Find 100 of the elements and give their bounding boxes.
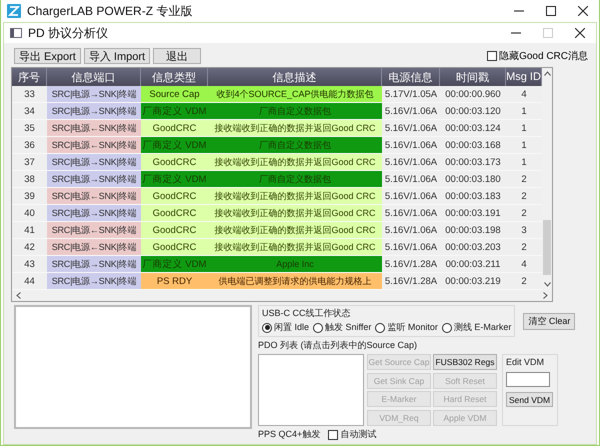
timestamp-cell: 00:00:03.219 — [440, 273, 506, 290]
power-cell: 5.16V/1.06A — [382, 188, 440, 205]
row-number: 40 — [12, 205, 47, 222]
scrollbar-thumb[interactable] — [543, 220, 551, 275]
checkbox[interactable] — [487, 51, 498, 61]
column-header[interactable]: 信息类型 — [141, 68, 208, 86]
command-button[interactable]: FUSB302 Regs — [433, 354, 497, 370]
send-vdm-button[interactable]: Send VDM — [506, 392, 554, 407]
row-number: 37 — [12, 154, 47, 171]
row-number: 35 — [12, 120, 47, 137]
description-cell: 厂商自定义数据包 — [208, 137, 382, 154]
description-cell: 接收端收到正确的数据并返回Good CRC — [208, 154, 382, 171]
close-icon[interactable] — [575, 28, 585, 38]
msg-id-cell: 1 — [506, 154, 542, 171]
type-cell: PS RDY — [141, 273, 208, 290]
row-number: 44 — [12, 273, 47, 290]
column-header[interactable]: 电源信息 — [382, 68, 440, 86]
power-cell: 5.17V/1.05A — [382, 86, 440, 103]
description-cell: 厂商自定义数据包 — [208, 103, 382, 120]
timestamp-cell: 00:00:00.960 — [440, 86, 506, 103]
msg-id-cell: 3 — [506, 222, 542, 239]
port-cell: SRC|电源←SNK|终端 — [47, 188, 141, 205]
clear-button[interactable]: 清空 Clear — [523, 312, 576, 330]
group-title: USB-C CC线工作状态 — [262, 307, 352, 320]
pps-label: PPS QC4+触发 — [258, 428, 320, 441]
timestamp-cell: 00:00:03.173 — [440, 154, 506, 171]
horizontal-scrollbar[interactable] — [12, 290, 552, 301]
msg-id-cell: 4 — [506, 256, 542, 273]
port-cell: SRC|电源←SNK|终端 — [47, 222, 141, 239]
description-cell: 接收端收到正确的数据并返回Good CRC — [208, 188, 382, 205]
row-number: 34 — [12, 103, 47, 120]
column-header[interactable]: Msg ID — [506, 68, 542, 86]
radio-button[interactable] — [375, 322, 386, 332]
description-cell: 接收端收到正确的数据并返回Good CRC — [208, 205, 382, 222]
pdo-list-title: PDO 列表 (请点击列表中的Source Cap) — [258, 339, 418, 352]
checkbox-label: 自动测试 — [340, 428, 376, 441]
type-cell: 厂商定义 VDM — [141, 256, 208, 273]
description-cell: 接收端收到正确的数据并返回Good CRC — [208, 120, 382, 137]
port-cell: SRC|电源←SNK|终端 — [47, 120, 141, 137]
scroll-down-icon[interactable] — [544, 282, 550, 287]
power-cell: 5.16V/1.06A — [382, 154, 440, 171]
vdm-input-field[interactable] — [506, 372, 550, 387]
description-cell: 收到4个SOURCE_CAP供电能力数据包 — [208, 86, 382, 103]
msg-id-cell: 1 — [506, 103, 542, 120]
maximize-icon[interactable] — [546, 6, 556, 16]
msg-id-cell: 2 — [506, 273, 542, 290]
scroll-left-icon[interactable] — [16, 292, 21, 299]
app-logo-icon — [7, 4, 21, 18]
scroll-up-icon[interactable] — [544, 71, 550, 76]
port-cell: SRC|电源→SNK|终端 — [47, 154, 141, 171]
description-cell: 接收端收到正确的数据并返回Good CRC — [208, 222, 382, 239]
column-header[interactable]: 信息端口 — [47, 68, 141, 86]
power-cell: 5.16V/1.06A — [382, 239, 440, 256]
radio-button[interactable] — [313, 322, 324, 332]
type-cell: GoodCRC — [141, 205, 208, 222]
type-cell: GoodCRC — [141, 239, 208, 256]
msg-id-cell: 2 — [506, 188, 542, 205]
radio-button[interactable] — [442, 322, 452, 332]
type-cell: GoodCRC — [141, 188, 208, 205]
type-cell: Source Cap — [141, 86, 208, 103]
msg-id-cell: 2 — [506, 205, 542, 222]
radio-label: 测线 E-Marker — [454, 321, 512, 334]
toolbar-button[interactable]: 导出 Export — [14, 48, 81, 64]
checkbox-label: 隐藏Good CRC消息 — [499, 50, 588, 63]
window-icon — [10, 28, 22, 38]
msg-id-cell: 2 — [506, 239, 542, 256]
port-cell: SRC|电源→SNK|终端 — [47, 171, 141, 188]
power-cell: 5.16V/1.28A — [382, 273, 440, 290]
toolbar-button[interactable]: 导入 Import — [84, 48, 150, 64]
port-cell: SRC|电源→SNK|终端 — [47, 205, 141, 222]
port-cell: SRC|电源←SNK|终端 — [47, 239, 141, 256]
row-number: 39 — [12, 188, 47, 205]
window-title: ChargerLAB POWER-Z 专业版 — [27, 2, 194, 20]
row-number: 43 — [12, 256, 47, 273]
type-cell: 厂商定义 VDM — [141, 171, 208, 188]
type-cell: GoodCRC — [141, 222, 208, 239]
toolbar-button[interactable]: 退出 — [153, 48, 202, 64]
description-cell: Apple Inc — [208, 256, 382, 273]
power-cell: 5.16V/1.06A — [382, 120, 440, 137]
radio-button[interactable] — [262, 322, 272, 332]
window-title: PD 协议分析仪 — [28, 24, 110, 42]
port-cell: SRC|电源→SNK|终端 — [47, 256, 141, 273]
type-cell: GoodCRC — [141, 154, 208, 171]
radio-label: 监听 Monitor — [387, 321, 438, 334]
group-title: Edit VDM — [506, 357, 544, 367]
port-cell: SRC|电源←SNK|终端 — [47, 137, 141, 154]
power-cell: 5.16V/1.06A — [382, 222, 440, 239]
timestamp-cell: 00:00:03.183 — [440, 188, 506, 205]
type-cell: GoodCRC — [141, 120, 208, 137]
type-cell: 厂商定义 VDM — [141, 137, 208, 154]
column-header[interactable]: 序号 — [12, 68, 47, 86]
description-cell: 供电端已调整到请求的供电能力规格上 — [208, 273, 382, 290]
description-cell: 接收端收到正确的数据并返回Good CRC — [208, 239, 382, 256]
column-header[interactable]: 时间戳 — [440, 68, 506, 86]
column-header[interactable]: 信息描述 — [208, 68, 382, 86]
power-cell: 5.16V/1.28A — [382, 256, 440, 273]
scroll-right-icon[interactable] — [543, 292, 548, 299]
close-icon[interactable] — [578, 6, 588, 16]
timestamp-cell: 00:00:03.168 — [440, 137, 506, 154]
checkbox[interactable] — [328, 430, 338, 440]
